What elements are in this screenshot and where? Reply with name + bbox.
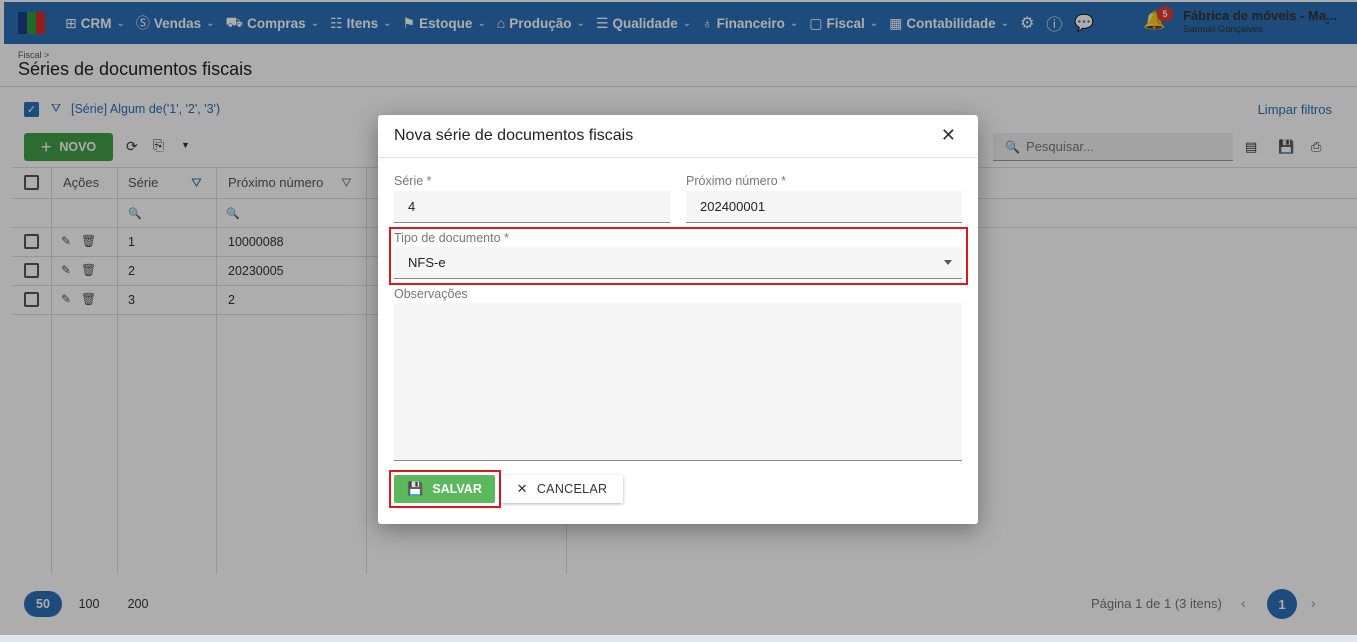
serie-label: Série * <box>394 174 432 188</box>
next-number-field[interactable]: 202400001 <box>686 191 962 223</box>
bottom-bar <box>0 635 1357 642</box>
dialog-title: Nova série de documentos fiscais <box>394 127 634 144</box>
highlight-box <box>389 470 501 508</box>
divider <box>378 157 978 158</box>
notes-textarea[interactable] <box>394 303 962 461</box>
cancel-button[interactable]: ✕ CANCELAR <box>501 475 623 503</box>
next-number-label: Próximo número * <box>686 174 787 188</box>
close-icon: ✕ <box>516 481 528 496</box>
highlight-box <box>389 227 968 285</box>
close-icon[interactable]: ✕ <box>941 125 956 146</box>
serie-field[interactable]: 4 <box>394 191 670 223</box>
new-series-dialog: Nova série de documentos fiscais ✕ Série… <box>378 115 978 524</box>
notes-label: Observações <box>394 287 468 301</box>
